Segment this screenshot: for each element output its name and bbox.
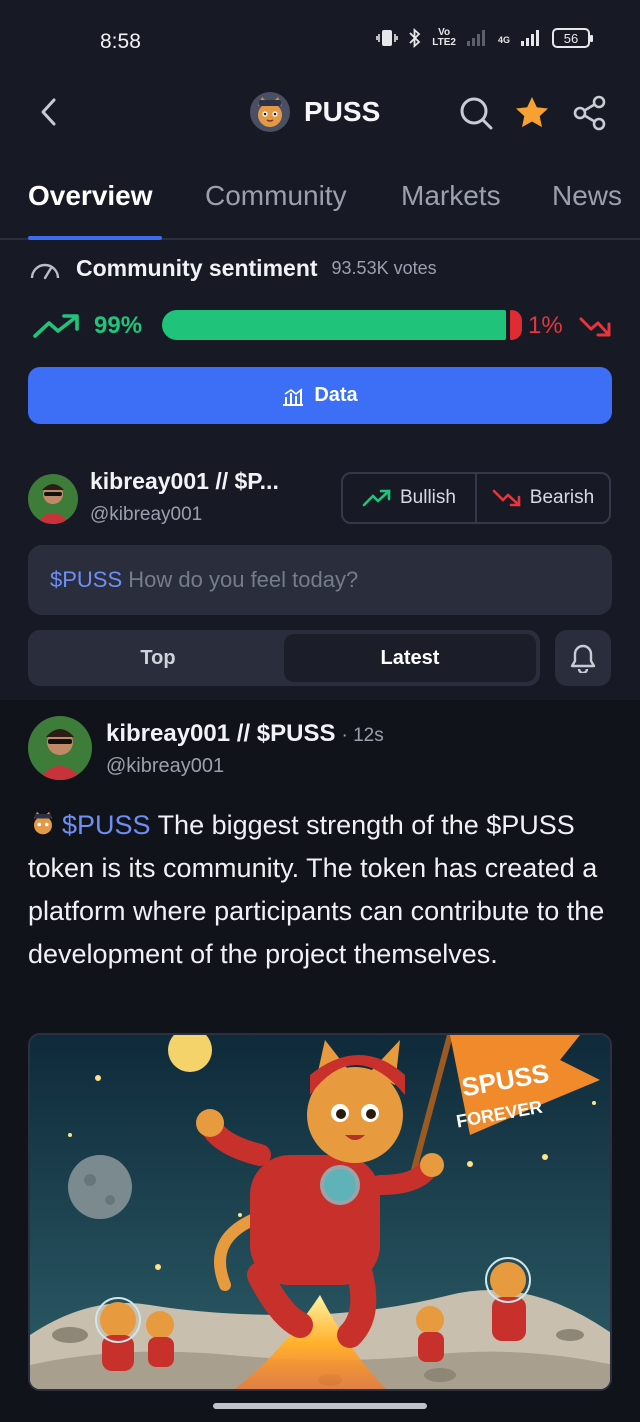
vote-count: 93.53K votes [331, 257, 437, 278]
post-author-text: kibreay001 // $PUSS [106, 720, 336, 747]
status-icons: Vo LTE2 4G 56 [376, 28, 593, 48]
network-label: 4G [497, 34, 510, 45]
back-icon[interactable] [34, 94, 66, 130]
compose-input[interactable]: $PUSS How do you feel today? [28, 545, 612, 615]
bearish-label: Bearish [529, 487, 595, 508]
trend-down-icon [492, 489, 521, 507]
search-icon[interactable] [457, 94, 495, 132]
sentiment-bar-row: 99% 1% [28, 306, 612, 346]
data-button-label: Data [314, 384, 358, 406]
user-name: kibreay001 // $P... [90, 468, 279, 494]
tab-markets[interactable]: Markets [401, 180, 501, 212]
bearish-percent: 1% [528, 312, 563, 339]
bluetooth-icon [409, 28, 421, 48]
avatar[interactable] [28, 474, 78, 524]
bullish-button[interactable]: Bullish [343, 474, 475, 522]
post-tag[interactable]: $PUSS [62, 810, 151, 840]
post-author-name[interactable]: kibreay001 // $PUSS · 12s [106, 720, 384, 748]
trend-up-icon [362, 489, 391, 507]
bullish-percent: 99% [94, 312, 143, 339]
gauge-icon [30, 263, 60, 280]
vibrate-icon [376, 30, 399, 46]
bearish-fill [510, 310, 522, 340]
sentiment-title: Community sentiment [76, 254, 318, 281]
status-time: 8:58 [100, 30, 141, 53]
sort-top[interactable]: Top [32, 634, 284, 682]
signal-1-icon [466, 30, 485, 46]
signal-2-icon [521, 30, 539, 46]
post-author-avatar[interactable] [28, 716, 92, 780]
vote-button-group: Bullish Bearish [341, 472, 611, 524]
post-time: · 12s [341, 725, 384, 746]
tab-community[interactable]: Community [205, 180, 347, 212]
battery-icon: 56 [552, 28, 593, 48]
bearish-button[interactable]: Bearish [475, 474, 609, 522]
post-body: $PUSS The biggest strength of the $PUSS … [28, 804, 618, 976]
sort-toggle: Top Latest [28, 630, 540, 686]
data-button[interactable]: Data [28, 367, 612, 424]
coin-logo-icon [34, 811, 52, 835]
sentiment-header: Community sentiment 93.53K votes [28, 248, 612, 288]
network-type: 4G [498, 31, 510, 46]
chart-icon [283, 387, 304, 406]
header: PUSS [0, 80, 640, 150]
share-icon[interactable] [571, 94, 609, 132]
home-indicator[interactable] [213, 1403, 427, 1409]
star-icon[interactable] [513, 94, 551, 132]
tab-news[interactable]: News [552, 180, 622, 212]
sort-latest[interactable]: Latest [284, 634, 536, 682]
current-user-row: kibreay001 // $P... @kibreay001 Bullish … [28, 468, 612, 532]
trend-up-icon [33, 314, 79, 338]
coin-title-group: PUSS [250, 92, 380, 132]
tab-overview[interactable]: Overview [28, 180, 153, 212]
user-handle: @kibreay001 [90, 504, 203, 525]
post-image[interactable]: SPUSS FOREVER [28, 1033, 612, 1391]
volte-indicator: Vo LTE2 [432, 28, 456, 48]
active-tab-indicator [28, 236, 162, 240]
status-bar: 8:58 Vo LTE2 4G 56 [0, 0, 640, 80]
bullish-label: Bullish [400, 487, 456, 508]
coin-logo [250, 92, 290, 132]
trend-down-icon [579, 317, 611, 337]
page-title: PUSS [304, 96, 381, 127]
tab-bar: Overview Community Markets News [0, 150, 640, 240]
compose-tag: $PUSS [50, 567, 123, 592]
post-author-handle: @kibreay001 [106, 755, 225, 777]
volte-bottom: LTE2 [432, 37, 456, 48]
bell-icon [570, 644, 596, 673]
bullish-fill [162, 310, 506, 340]
feed: kibreay001 // $PUSS · 12s @kibreay001 $PU… [0, 700, 640, 1422]
compose-placeholder: How do you feel today? [128, 567, 359, 592]
sentiment-bar [162, 310, 522, 340]
notifications-button[interactable] [555, 630, 611, 686]
